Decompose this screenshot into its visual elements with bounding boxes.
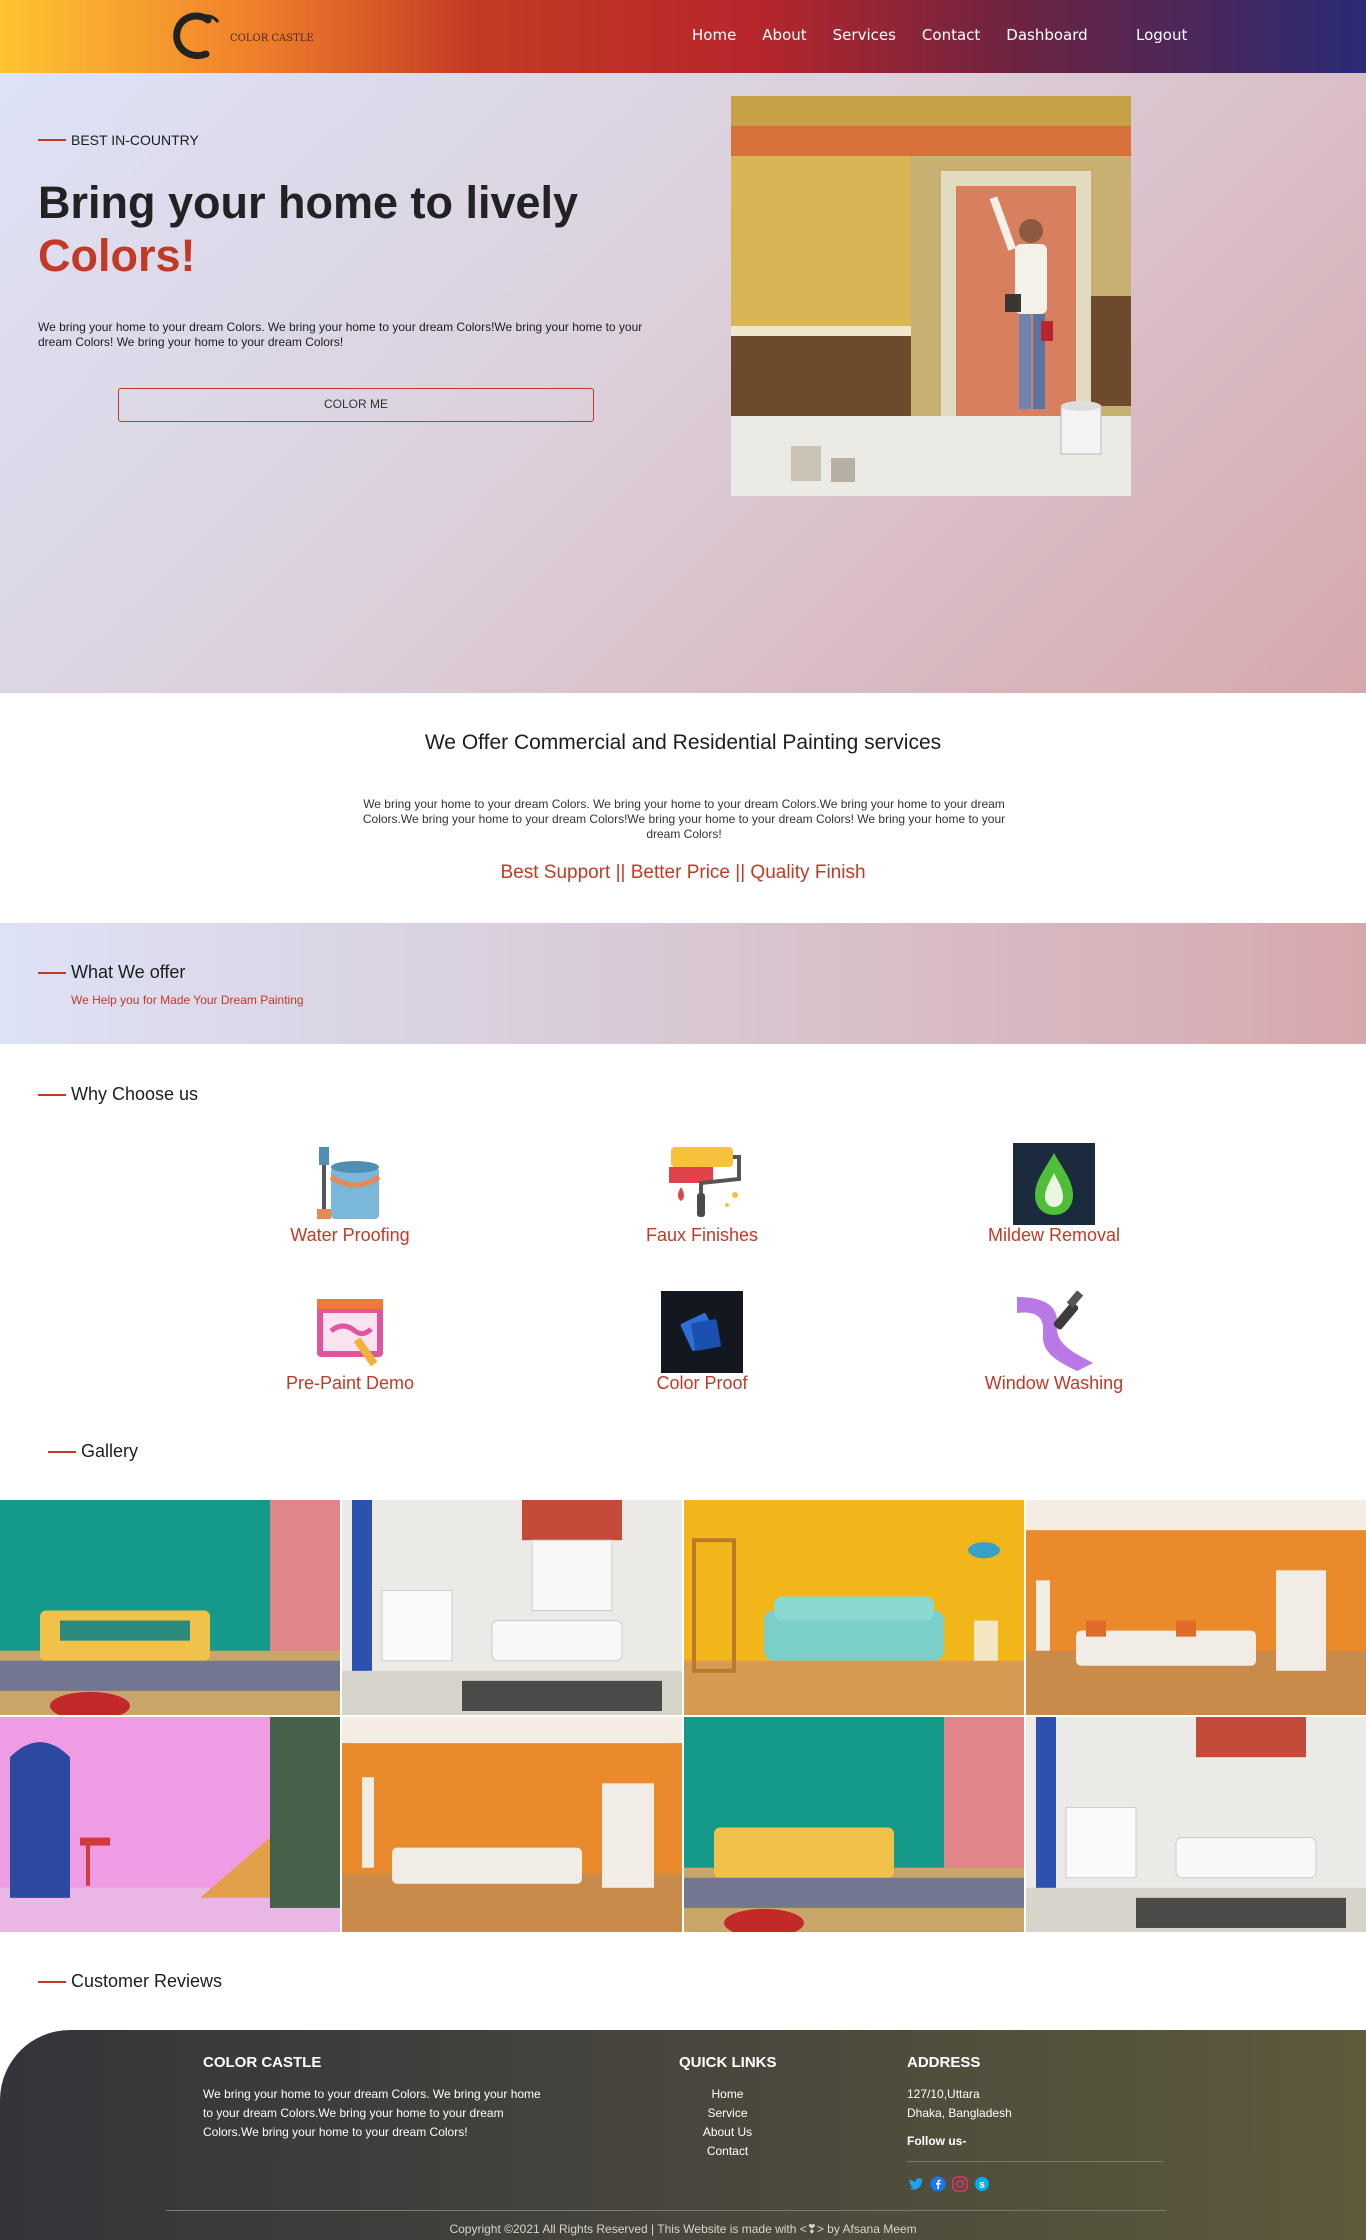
feature-water-proofing[interactable]: Water Proofing (200, 1143, 500, 1246)
social-links (908, 2176, 996, 2192)
footer-link-home[interactable]: Home (680, 2085, 775, 2104)
gallery-image[interactable] (1026, 1717, 1366, 1932)
feature-label: Water Proofing (290, 1225, 410, 1245)
nav-links: Home About Services Contact Dashboard (692, 26, 1114, 44)
hero-painter-image (731, 96, 1131, 496)
gallery-white-room-image-2 (1026, 1717, 1366, 1932)
gallery-image[interactable] (0, 1717, 340, 1932)
feature-label: Window Washing (984, 1373, 1124, 1393)
accent-dash (38, 971, 66, 974)
gallery-grid (0, 1500, 1366, 1932)
copyright: Copyright ©2021 All Rights Reserved | Th… (449, 2222, 917, 2236)
footer-links: Home Service About Us Contact (680, 2085, 775, 2161)
hero-eyebrow: BEST IN-COUNTRY (38, 132, 199, 148)
gallery-pink-room-image (0, 1717, 340, 1932)
footer-link-contact[interactable]: Contact (680, 2142, 775, 2161)
offer-tagline: Best Support || Better Price || Quality … (500, 862, 866, 883)
feature-label: Mildew Removal (987, 1225, 1121, 1245)
instagram-icon[interactable] (952, 2176, 968, 2192)
hero-section: BEST IN-COUNTRY Bring your home to livel… (0, 73, 1366, 693)
hero-title-line1: Bring your home to lively (38, 177, 579, 228)
offer-text: We bring your home to your dream Colors.… (362, 797, 1006, 841)
footer: COLOR CASTLE We bring your home to your … (0, 2030, 1366, 2240)
nav-link-contact[interactable]: Contact (922, 26, 980, 44)
gallery-yellow-room-image (684, 1500, 1024, 1715)
brand-name: COLOR CASTLE (230, 32, 314, 44)
offer-title: We Offer Commercial and Residential Pain… (424, 731, 942, 754)
gallery-orange-room-image (1026, 1500, 1366, 1715)
paint-bucket-icon (317, 1147, 381, 1219)
reviews-title: Customer Reviews (38, 1971, 222, 1992)
hero-eyebrow-text: BEST IN-COUNTRY (71, 132, 199, 148)
nav-link-services[interactable]: Services (833, 26, 896, 44)
footer-link-about[interactable]: About Us (680, 2123, 775, 2142)
logout-button[interactable]: Logout (1136, 26, 1187, 44)
nav-link-about[interactable]: About (762, 26, 806, 44)
gallery-image[interactable] (684, 1500, 1024, 1715)
gallery-image[interactable] (342, 1717, 682, 1932)
feature-color-proof[interactable]: Color Proof (552, 1291, 852, 1394)
feature-label: Color Proof (656, 1373, 748, 1393)
gallery-image[interactable] (342, 1500, 682, 1715)
feature-mildew-removal[interactable]: Mildew Removal (904, 1143, 1204, 1246)
facebook-icon[interactable] (930, 2176, 946, 2192)
gallery-image[interactable] (1026, 1500, 1366, 1715)
brand[interactable]: COLOR CASTLE (168, 8, 314, 64)
skype-icon[interactable] (974, 2176, 990, 2192)
color-me-button[interactable]: COLOR ME (118, 388, 594, 422)
paint-roller-icon (669, 1147, 741, 1217)
feature-label: Pre-Paint Demo (285, 1373, 415, 1393)
brush-stroke-icon (1017, 1291, 1093, 1371)
feature-window-washing[interactable]: Window Washing (904, 1291, 1204, 1394)
gallery-title-text: Gallery (81, 1441, 139, 1461)
feature-label: Faux Finishes (645, 1225, 759, 1245)
feature-faux-finishes[interactable]: Faux Finishes (552, 1143, 852, 1246)
gallery-title: Gallery (48, 1441, 138, 1462)
accent-dash (38, 1980, 66, 1983)
reviews-title-text: Customer Reviews (71, 1971, 223, 1991)
what-we-offer-subtitle: We Help you for Made Your Dream Painting (71, 993, 304, 1007)
footer-divider-short (907, 2161, 1163, 2162)
twitter-icon[interactable] (908, 2176, 924, 2192)
gallery-teal-room-image-2 (684, 1717, 1024, 1932)
footer-address-title: ADDRESS (907, 2054, 981, 2071)
gallery-orange-room-image-2 (342, 1717, 682, 1932)
why-choose-title-text: Why Choose us (71, 1084, 199, 1104)
nav-link-dashboard[interactable]: Dashboard (1006, 26, 1087, 44)
footer-links-title: QUICK LINKS (679, 2054, 777, 2071)
what-we-offer-band: What We offer We Help you for Made Your … (0, 923, 1366, 1044)
color-swatch-icon (661, 1291, 743, 1373)
footer-address-line1: 127/10,Uttara (907, 2087, 980, 2101)
gallery-white-room-image (342, 1500, 682, 1715)
footer-brand-text: We bring your home to your dream Colors.… (203, 2087, 541, 2139)
why-choose-title: Why Choose us (38, 1084, 198, 1105)
footer-link-service[interactable]: Service (680, 2104, 775, 2123)
hero-text: We bring your home to your dream Colors.… (38, 320, 643, 349)
footer-brand-title: COLOR CASTLE (203, 2054, 322, 2071)
gallery-image[interactable] (0, 1500, 340, 1715)
what-we-offer-title: What We offer (38, 962, 185, 983)
hero-title: Bring your home to lively Colors! (38, 176, 578, 282)
footer-address-line2: Dhaka, Bangladesh (907, 2106, 1012, 2120)
hero-title-accent: Colors! (38, 230, 196, 281)
drop-icon (1013, 1143, 1095, 1225)
gallery-image[interactable] (684, 1717, 1024, 1932)
footer-follow-label: Follow us- (907, 2134, 967, 2148)
feature-pre-paint-demo[interactable]: Pre-Paint Demo (200, 1291, 500, 1394)
brand-logo-icon (173, 12, 220, 59)
accent-dash (48, 1450, 76, 1453)
navbar: COLOR CASTLE Home About Services Contact… (0, 0, 1366, 73)
accent-dash (38, 1093, 66, 1096)
footer-divider (166, 2210, 1166, 2211)
accent-dash (38, 139, 66, 141)
what-we-offer-title-text: What We offer (71, 962, 186, 982)
paint-screen-icon (317, 1299, 383, 1367)
gallery-teal-room-image (0, 1500, 340, 1715)
nav-link-home[interactable]: Home (692, 26, 736, 44)
